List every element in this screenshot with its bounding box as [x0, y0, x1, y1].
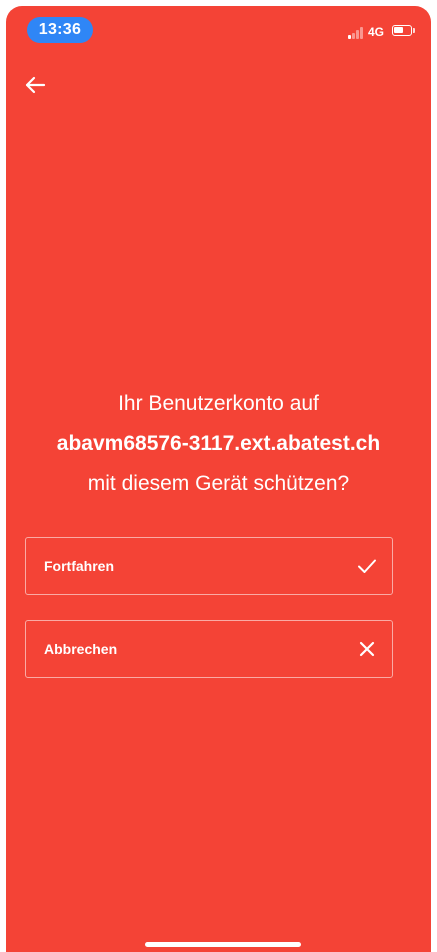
home-indicator[interactable]	[145, 942, 301, 947]
continue-button[interactable]: Fortfahren	[25, 537, 393, 595]
status-bar: 13:36 4G	[6, 6, 431, 50]
signal-icon	[348, 27, 364, 39]
app-screen: 13:36 4G Ihr Benutzerkonto auf abavm6857…	[6, 6, 431, 952]
network-type: 4G	[368, 25, 385, 39]
cancel-label: Abbrechen	[44, 641, 118, 657]
battery-icon	[392, 25, 412, 36]
protect-account-message: Ihr Benutzerkonto auf abavm68576-3117.ex…	[6, 384, 431, 504]
cancel-button[interactable]: Abbrechen	[25, 620, 393, 678]
close-icon	[359, 641, 375, 657]
server-host: abavm68576-3117.ext.abatest.ch	[56, 432, 381, 455]
message-line-3: mit diesem Gerät schützen?	[87, 472, 350, 495]
continue-label: Fortfahren	[44, 558, 114, 574]
battery-level	[394, 27, 403, 33]
arrow-left-icon	[25, 76, 46, 94]
battery-cap	[413, 28, 415, 33]
message-line-1: Ihr Benutzerkonto auf	[118, 392, 319, 415]
back-button[interactable]	[20, 70, 50, 100]
status-time: 13:36	[27, 17, 93, 43]
checkmark-icon	[358, 559, 376, 573]
